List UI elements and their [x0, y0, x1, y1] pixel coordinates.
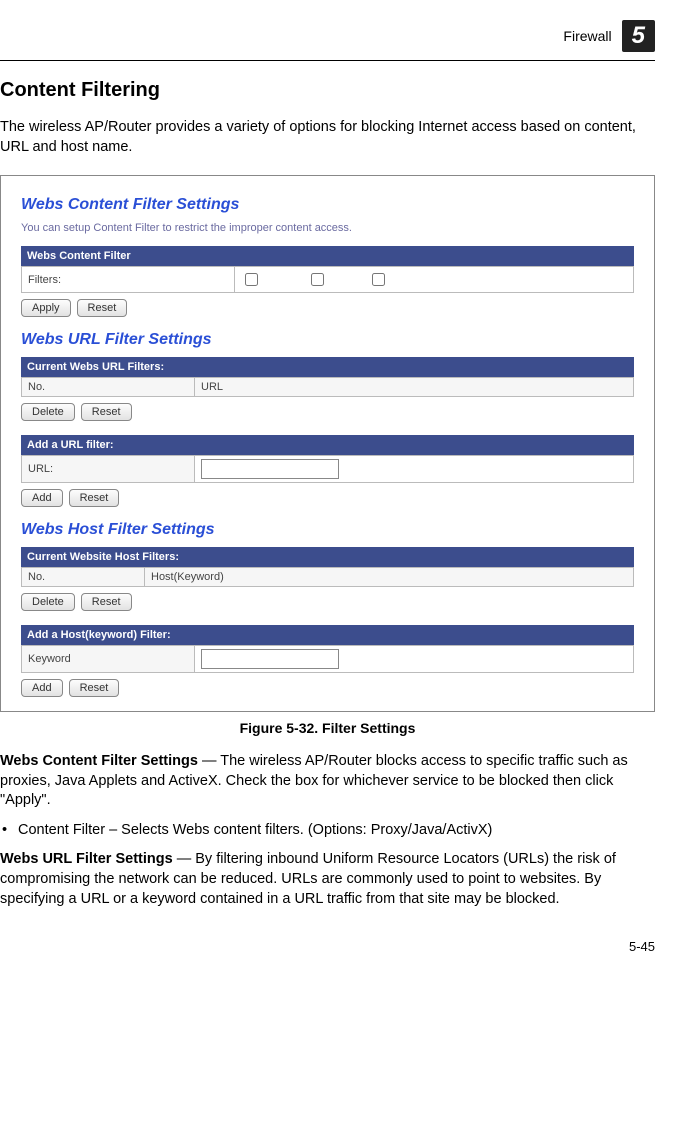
current-url-filters-header: Current Webs URL Filters:: [21, 357, 634, 377]
activex-text: ActiveX: [392, 274, 429, 286]
add-url-table: URL:: [21, 455, 634, 483]
add-button[interactable]: Add: [21, 679, 63, 697]
webs-content-filter-title: Webs Content Filter Settings: [21, 196, 634, 214]
host-col-no: No.: [22, 568, 145, 587]
page-header: Firewall 5: [0, 20, 655, 52]
content-filter-button-row: Apply Reset: [21, 299, 634, 317]
webs-content-filter-panel-header: Webs Content Filter: [21, 246, 634, 266]
bullet-content-filter: Content Filter – Selects Webs content fi…: [18, 821, 655, 841]
url-delete-button-row: Delete Reset: [21, 403, 634, 421]
host-add-button-row: Add Reset: [21, 679, 634, 697]
activex-checkbox[interactable]: [372, 273, 385, 286]
java-checkbox[interactable]: [311, 273, 324, 286]
keyword-input[interactable]: [201, 649, 339, 669]
java-text: Java: [331, 274, 354, 286]
reset-button[interactable]: Reset: [77, 299, 128, 317]
proxy-checkbox[interactable]: [245, 273, 258, 286]
proxy-text: Proxy: [265, 274, 293, 286]
webs-url-filter-title: Webs URL Filter Settings: [21, 331, 634, 349]
header-divider: [0, 60, 655, 61]
host-delete-button-row: Delete Reset: [21, 593, 634, 611]
url-col-url: URL: [195, 378, 634, 397]
webs-host-filter-title: Webs Host Filter Settings: [21, 521, 634, 539]
reset-button[interactable]: Reset: [69, 489, 120, 507]
apply-button[interactable]: Apply: [21, 299, 71, 317]
host-col-host: Host(Keyword): [145, 568, 634, 587]
url-input-cell: [195, 456, 634, 483]
para-content-filter: Webs Content Filter Settings — The wirel…: [0, 752, 655, 811]
header-label: Firewall: [563, 28, 611, 44]
para-url-filter: Webs URL Filter Settings — By filtering …: [0, 850, 655, 909]
add-host-table: Keyword: [21, 645, 634, 673]
webs-content-filter-subtitle: You can setup Content Filter to restrict…: [21, 222, 634, 234]
proxy-checkbox-label[interactable]: Proxy: [241, 270, 293, 289]
url-label: URL:: [22, 456, 195, 483]
reset-button[interactable]: Reset: [81, 403, 132, 421]
chapter-badge: 5: [622, 20, 655, 52]
filters-options-cell: Proxy Java ActiveX: [235, 267, 634, 293]
figure-caption: Figure 5-32. Filter Settings: [0, 720, 655, 736]
delete-button[interactable]: Delete: [21, 403, 75, 421]
bullet-list: Content Filter – Selects Webs content fi…: [0, 821, 655, 841]
url-input[interactable]: [201, 459, 339, 479]
add-url-filter-header: Add a URL filter:: [21, 435, 634, 455]
url-filters-table: No. URL: [21, 377, 634, 397]
screenshot-figure: Webs Content Filter Settings You can set…: [0, 175, 655, 712]
keyword-label: Keyword: [22, 646, 195, 673]
delete-button[interactable]: Delete: [21, 593, 75, 611]
url-col-no: No.: [22, 378, 195, 397]
page-number: 5-45: [0, 939, 655, 954]
current-host-filters-header: Current Website Host Filters:: [21, 547, 634, 567]
section-title: Content Filtering: [0, 79, 655, 102]
java-checkbox-label[interactable]: Java: [307, 270, 354, 289]
url-add-button-row: Add Reset: [21, 489, 634, 507]
keyword-input-cell: [195, 646, 634, 673]
filters-table: Filters: Proxy Java ActiveX: [21, 266, 634, 293]
intro-paragraph: The wireless AP/Router provides a variet…: [0, 118, 655, 157]
para2-bold: Webs URL Filter Settings: [0, 851, 173, 867]
add-button[interactable]: Add: [21, 489, 63, 507]
host-filters-table: No. Host(Keyword): [21, 567, 634, 587]
activex-checkbox-label[interactable]: ActiveX: [368, 270, 429, 289]
reset-button[interactable]: Reset: [69, 679, 120, 697]
reset-button[interactable]: Reset: [81, 593, 132, 611]
add-host-filter-header: Add a Host(keyword) Filter:: [21, 625, 634, 645]
para1-bold: Webs Content Filter Settings: [0, 753, 198, 769]
filters-label: Filters:: [22, 267, 235, 293]
document-page: Firewall 5 Content Filtering The wireles…: [0, 0, 685, 984]
